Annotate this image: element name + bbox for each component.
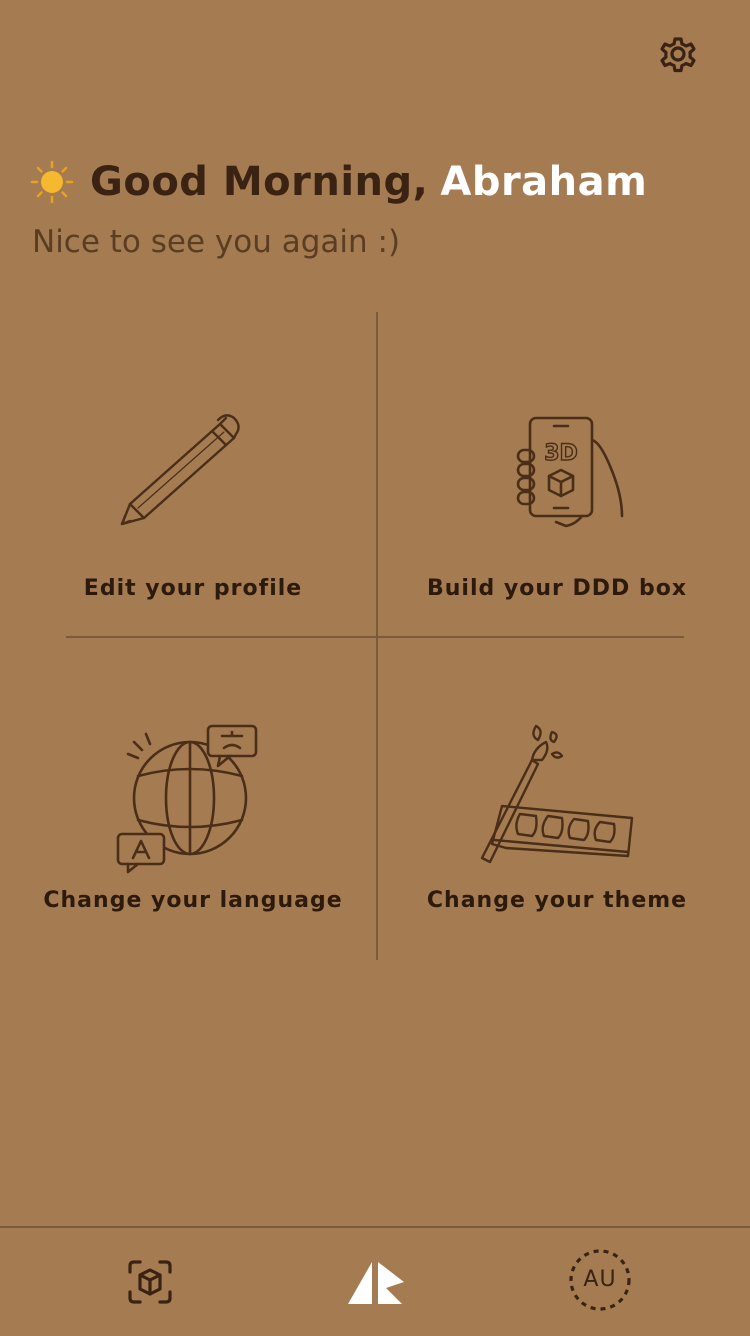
phone-3d-text: 3D — [544, 441, 578, 466]
greeting-subtitle: Nice to see you again :) — [32, 224, 401, 260]
globe-translate-icon — [116, 724, 258, 874]
tile-build-ddd-box[interactable]: 3D Build your DDD box — [402, 328, 712, 648]
app-logo-icon — [348, 1262, 404, 1304]
settings-button[interactable] — [654, 30, 702, 78]
tile-change-theme[interactable]: Change your theme — [402, 640, 712, 960]
sun-icon — [30, 160, 74, 204]
ar-cube-scan-icon — [128, 1260, 172, 1304]
user-name: Abraham — [440, 159, 648, 205]
greeting-text: Good Morning, — [90, 159, 429, 205]
phone-3d-icon: 3D — [516, 416, 624, 528]
user-avatar-button[interactable]: AU — [568, 1248, 632, 1312]
pencil-icon — [120, 414, 240, 526]
home-logo-button[interactable] — [346, 1256, 406, 1308]
tile-edit-profile-label: Edit your profile — [83, 576, 303, 601]
tile-change-language-label: Change your language — [43, 888, 343, 913]
bottom-nav: AU — [0, 1226, 750, 1336]
tile-change-language[interactable]: Change your language — [38, 640, 348, 960]
ar-scan-button[interactable] — [126, 1258, 174, 1306]
tile-build-ddd-box-label: Build your DDD box — [426, 576, 688, 601]
avatar-initials: AU — [583, 1267, 617, 1292]
gear-icon — [660, 37, 696, 73]
greeting-row: Good Morning, Abraham — [30, 152, 647, 212]
tile-change-theme-label: Change your theme — [426, 888, 688, 913]
paint-palette-icon — [480, 724, 634, 864]
tile-edit-profile[interactable]: Edit your profile — [38, 328, 348, 648]
